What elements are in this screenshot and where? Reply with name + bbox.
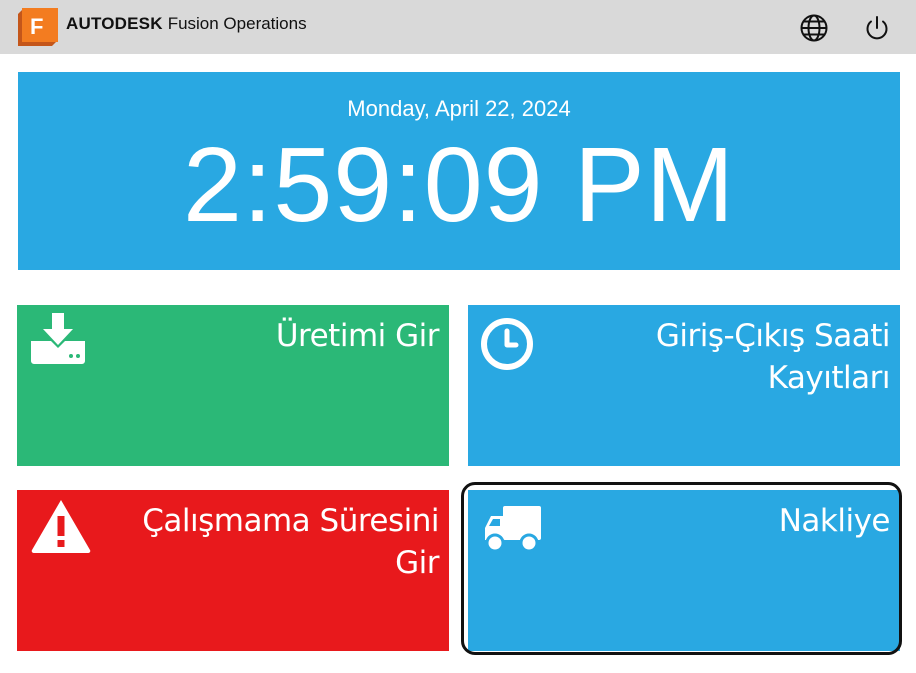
truck-icon: [485, 506, 541, 553]
tile-shipping-label: Nakliye: [778, 503, 891, 539]
clock-icon: [481, 318, 533, 370]
current-time: 2:59:09 PM: [182, 126, 736, 244]
tile-enter-downtime[interactable]: Çalışmama Süresini Gir: [17, 490, 449, 651]
tile-enter-downtime-label: Çalışmama Süresini Gir: [142, 503, 439, 581]
brand-secondary: Fusion Operations: [167, 14, 307, 33]
tile-clock-in-out-records-label: Giriş-Çıkış Saati Kayıtları: [655, 318, 891, 396]
clock-banner: Monday, April 22, 2024 2:59:09 PM: [18, 72, 900, 270]
tile-enter-production-label: Üretimi Gir: [275, 318, 440, 354]
globe-icon[interactable]: [799, 13, 829, 43]
top-bar: F AUTODESK Fusion Operations: [0, 0, 916, 54]
download-icon: [31, 313, 85, 364]
current-date: Monday, April 22, 2024: [347, 96, 571, 121]
tile-clock-in-out-records[interactable]: Giriş-Çıkış Saati Kayıtları: [468, 305, 900, 466]
tile-enter-production[interactable]: Üretimi Gir: [17, 305, 449, 466]
power-icon[interactable]: [862, 13, 892, 43]
fusion-logo-icon: F: [18, 8, 58, 46]
brand-primary: AUTODESK: [66, 14, 163, 33]
warning-icon: [31, 500, 91, 554]
app-title: AUTODESK Fusion Operations: [66, 13, 307, 35]
tile-shipping[interactable]: Nakliye: [468, 490, 900, 651]
logo-letter: F: [30, 14, 43, 39]
